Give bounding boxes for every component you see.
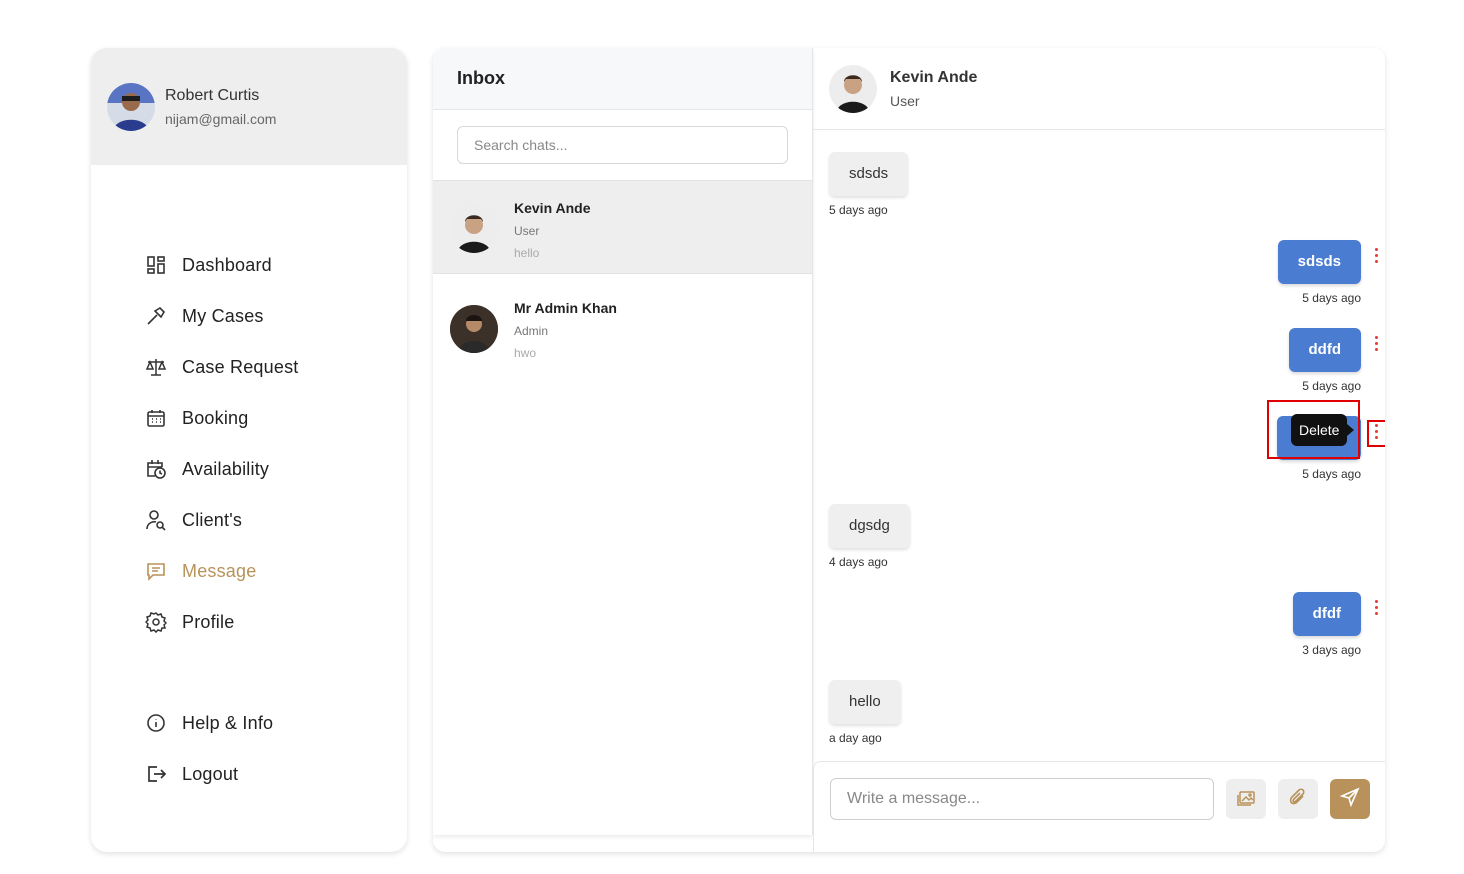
message-bubble: dgsdg	[829, 504, 910, 548]
nav-item-profile[interactable]: Profile	[145, 607, 234, 637]
message-bubble: dfdf	[1292, 592, 1361, 636]
message-input[interactable]	[830, 778, 1214, 820]
paperclip-icon	[1288, 787, 1308, 812]
nav-label: Client's	[182, 509, 243, 530]
nav-label: My Cases	[182, 305, 264, 326]
message-incoming: sdsds 5 days ago	[829, 152, 909, 217]
nav-label: Case Request	[182, 356, 299, 377]
nav-item-my-cases[interactable]: My Cases	[145, 301, 264, 331]
chat-last-message: hello	[514, 246, 540, 260]
chat-last-message: hwo	[514, 346, 537, 360]
chat-role: User	[514, 224, 540, 238]
conversation-name: Kevin Ande	[890, 68, 978, 86]
nav-label: Profile	[182, 611, 235, 632]
sidebar: Robert Curtis nijam@gmail.com Dashboard …	[91, 48, 407, 852]
inbox-panel: Inbox Kevin Ande User hello	[433, 48, 813, 835]
message-icon	[145, 560, 167, 582]
chat-list-item[interactable]: Mr Admin Khan Admin hwo	[433, 281, 812, 375]
nav-item-case-request[interactable]: Case Request	[145, 352, 298, 382]
nav-item-booking[interactable]: Booking	[145, 403, 248, 433]
dashboard-icon	[145, 254, 167, 276]
user-avatar[interactable]	[107, 82, 155, 131]
nav-label: Dashboard	[182, 254, 272, 275]
inbox-header: Inbox	[433, 48, 812, 110]
nav-label: Message	[182, 560, 257, 581]
message-options-icon[interactable]	[1373, 600, 1379, 615]
hammer-icon	[145, 305, 167, 327]
user-email: nijam@gmail.com	[165, 110, 277, 127]
scales-icon	[145, 356, 167, 378]
inbox-title: Inbox	[457, 68, 505, 88]
calendar-icon	[145, 407, 167, 429]
message-time: 5 days ago	[1302, 379, 1361, 393]
nav-item-dashboard[interactable]: Dashboard	[145, 250, 272, 280]
nav-item-message[interactable]: Message	[145, 556, 256, 586]
message-outgoing: dfdf 3 days ago	[1292, 592, 1378, 657]
nav-item-clients[interactable]: Client's	[145, 505, 242, 535]
message-time: 4 days ago	[829, 555, 888, 569]
user-search-icon	[145, 509, 167, 531]
sidebar-profile: Robert Curtis nijam@gmail.com	[91, 48, 407, 165]
conversation-header: Kevin Ande User	[813, 48, 1385, 130]
highlight-box	[1367, 420, 1385, 447]
search-chats-input[interactable]	[457, 126, 788, 164]
message-time: 5 days ago	[1302, 291, 1361, 305]
image-upload-button[interactable]	[1226, 779, 1266, 819]
calendar-clock-icon	[145, 458, 167, 480]
message-options-icon[interactable]	[1373, 336, 1379, 351]
chat-name: Kevin Ande	[514, 200, 591, 216]
nav-label: Logout	[182, 763, 239, 784]
chat-role: Admin	[514, 324, 549, 338]
info-icon	[145, 712, 167, 734]
message-time: a day ago	[829, 731, 882, 745]
highlight-box	[1267, 400, 1360, 459]
contact-avatar	[829, 64, 877, 113]
message-incoming: dgsdg 4 days ago	[829, 504, 910, 569]
message-incoming: hello a day ago	[829, 680, 901, 745]
message-outgoing: ddfd 5 days ago	[1288, 328, 1378, 393]
send-icon	[1339, 786, 1360, 812]
nav-label: Booking	[182, 407, 249, 428]
message-bubble: ddfd	[1288, 328, 1361, 372]
contact-avatar	[450, 305, 498, 353]
message-time: 5 days ago	[1302, 467, 1361, 481]
message-bubble: sdsds	[829, 152, 909, 196]
message-composer	[813, 761, 1385, 852]
message-outgoing: sdsds 5 days ago	[1277, 240, 1378, 305]
message-time: 3 days ago	[1302, 643, 1361, 657]
message-bubble: hello	[829, 680, 901, 724]
send-button[interactable]	[1330, 779, 1370, 819]
nav-item-logout[interactable]: Logout	[145, 759, 238, 789]
nav-label: Help & Info	[182, 712, 274, 733]
contact-avatar	[450, 205, 498, 253]
nav-label: Availability	[182, 458, 270, 479]
message-bubble: sdsds	[1277, 240, 1361, 284]
chat-name: Mr Admin Khan	[514, 300, 617, 316]
user-name: Robert Curtis	[165, 86, 260, 104]
attach-file-button[interactable]	[1278, 779, 1318, 819]
gear-icon	[145, 611, 167, 633]
messages-panel: Inbox Kevin Ande User hello	[433, 48, 1385, 852]
nav-item-availability[interactable]: Availability	[145, 454, 269, 484]
chat-list-item[interactable]: Kevin Ande User hello	[433, 180, 812, 274]
image-icon	[1236, 787, 1256, 812]
nav-item-help[interactable]: Help & Info	[145, 708, 273, 738]
message-options-icon[interactable]	[1373, 248, 1379, 263]
message-time: 5 days ago	[829, 203, 888, 217]
conversation-panel: Kevin Ande User sdsds 5 days ago sdsds 5…	[813, 48, 1385, 852]
conversation-role: User	[890, 92, 920, 109]
logout-icon	[145, 763, 167, 785]
